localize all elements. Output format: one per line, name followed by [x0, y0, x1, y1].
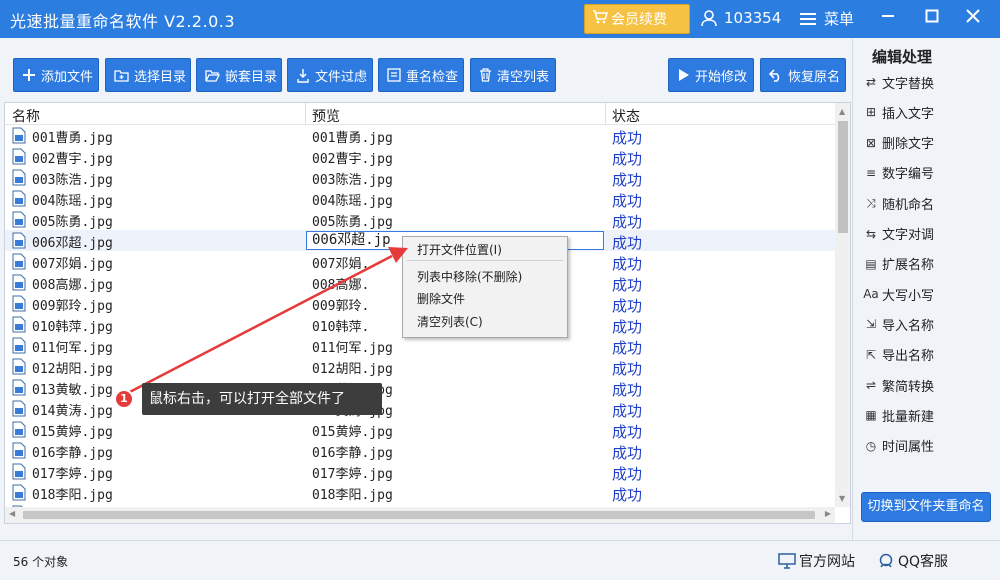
panel-item-label: 删除文字 [882, 137, 935, 153]
annotation-arrow [121, 247, 408, 398]
panel-item-label: 导出名称 [882, 349, 935, 365]
panel-item-label: 时间属性 [882, 440, 935, 456]
panel-item[interactable]: ⇆ 文字对调 [863, 223, 934, 245]
convert-icon: ⇌ [865, 378, 877, 392]
number-icon: ≡ [865, 165, 877, 180]
panel-item[interactable]: ≡ 数字编号 [863, 162, 934, 184]
panel-item-label: 导入名称 [882, 318, 935, 334]
panel-title: 编辑处理 [872, 48, 933, 66]
panel-item[interactable]: ▦ 批量新建 [863, 404, 934, 426]
exchange-icon: ⇆ [865, 226, 877, 241]
status-bar: 56 个对象 官方网站 QQ客服 [0, 540, 1000, 580]
panel-item-label: 扩展名称 [882, 258, 935, 274]
panel-item[interactable]: ⇲ 导入名称 [863, 313, 934, 335]
extension-icon: ▤ [865, 256, 877, 271]
panel-item[interactable]: ⊠ 删除文字 [863, 132, 934, 154]
insert-icon: ⊞ [865, 105, 877, 120]
shuffle-icon: ⤨ [866, 195, 876, 210]
panel-item[interactable]: ⊞ 插入文字 [863, 101, 934, 123]
case-icon: Aa [863, 287, 879, 302]
panel-item-label: 插入文字 [882, 106, 935, 122]
panel-item[interactable]: Aa 大写小写 [863, 283, 934, 305]
headset-icon [877, 553, 895, 569]
edit-panel: 编辑处理 ⇄ 文字替换 ⊞ 插入文字 ⊠ 删除文字 ≡ 数字编号 ⤨ 随机命名 ⇆ 文字对调 ▤ 扩展名称… [852, 38, 1000, 560]
clock-icon: ◷ [865, 438, 877, 453]
panel-item-label: 数字编号 [882, 167, 935, 183]
panel-item[interactable]: ⇱ 导出名称 [863, 344, 934, 366]
official-site-link[interactable]: 官方网站 [778, 551, 855, 571]
annotation-tooltip: 鼠标右击，可以打开全部文件了 [142, 383, 382, 415]
qq-service-label: QQ客服 [898, 554, 949, 570]
qq-service-link[interactable]: QQ客服 [877, 551, 948, 571]
delete-text-icon: ⊠ [865, 135, 877, 150]
panel-item-label: 文字对调 [882, 228, 935, 243]
panel-item-label: 批量新建 [882, 409, 935, 425]
panel-item[interactable]: ◷ 时间属性 [863, 435, 934, 457]
panel-item[interactable]: ▤ 扩展名称 [863, 253, 934, 275]
panel-item-label: 繁简转换 [882, 379, 935, 395]
monitor-icon [778, 553, 796, 569]
annotation-badge: 1 [114, 389, 134, 409]
new-batch-icon: ▦ [865, 408, 877, 423]
panel-item[interactable]: ⇄ 文字替换 [863, 71, 934, 93]
panel-item-label: 文字替换 [882, 76, 935, 92]
swap-icon: ⇄ [865, 75, 877, 89]
switch-folder-rename-button[interactable]: 切换到文件夹重命名 [861, 492, 991, 522]
panel-item[interactable]: ⤨ 随机命名 [863, 192, 934, 214]
panel-item-label: 大写小写 [882, 288, 935, 304]
object-count: 56 个对象 [13, 555, 69, 569]
official-site-label: 官方网站 [799, 554, 855, 570]
panel-item-label: 随机命名 [882, 197, 935, 213]
import-icon: ⇲ [865, 317, 877, 332]
panel-item[interactable]: ⇌ 繁简转换 [863, 374, 934, 396]
export-icon: ⇱ [865, 347, 877, 362]
